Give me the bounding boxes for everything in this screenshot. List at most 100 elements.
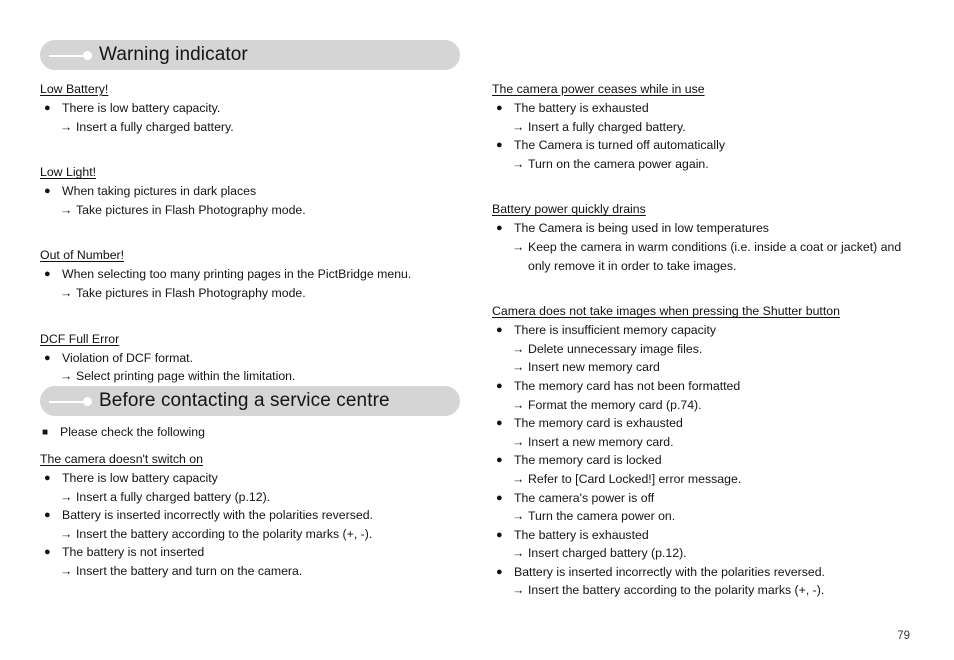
list-item: ● The memory card is locked xyxy=(492,451,922,470)
left-column-warnings: Low Battery! ● There is low battery capa… xyxy=(40,80,470,386)
bullet-icon: ● xyxy=(44,185,51,198)
arrow-right-icon: → xyxy=(512,583,525,598)
subsection-heading: Camera does not take images when pressin… xyxy=(492,304,840,319)
list-item-action: → Insert a fully charged battery. xyxy=(40,118,470,137)
list-item-action: → Insert a fully charged battery. xyxy=(492,118,922,137)
arrow-right-icon: → xyxy=(512,471,525,486)
list-item-text: Refer to [Card Locked!] error message. xyxy=(528,471,742,486)
bullet-icon: ● xyxy=(496,379,503,392)
arrow-right-icon: → xyxy=(512,360,525,375)
list-item-text: When taking pictures in dark places xyxy=(62,184,257,199)
subsection-heading: The camera power ceases while in use xyxy=(492,82,705,96)
list-item: ● The Camera is being used in low temper… xyxy=(492,219,922,238)
bullet-icon: ● xyxy=(44,509,51,522)
list-item: ● The battery is exhausted xyxy=(492,526,922,545)
subsection-heading: Low Battery! xyxy=(40,82,109,96)
list-item-action: → Insert charged battery (p.12). xyxy=(492,544,922,563)
list-item-action: → Refer to [Card Locked!] error message. xyxy=(492,470,922,489)
list-item: ● When taking pictures in dark places xyxy=(40,182,470,201)
list-item-text: Turn on the camera power again. xyxy=(528,156,709,171)
list-item: ● When selecting too many printing pages… xyxy=(40,265,470,284)
arrow-right-icon: → xyxy=(60,202,73,217)
bullet-icon: ● xyxy=(496,491,503,504)
section-title: Warning indicator xyxy=(99,44,248,65)
bullet-icon: ● xyxy=(496,528,503,541)
bullet-icon: ● xyxy=(496,102,503,114)
list-item-action: → Take pictures in Flash Photography mod… xyxy=(40,201,470,220)
list-item-action: → Insert the battery according to the po… xyxy=(492,581,922,600)
square-bullet-icon: ■ xyxy=(42,427,49,438)
bullet-icon: ● xyxy=(496,139,503,152)
section-banner-warning-indicator: Warning indicator xyxy=(40,40,460,70)
list-item-text: Insert a new memory card. xyxy=(528,434,674,449)
list-item-action: → Insert the battery and turn on the cam… xyxy=(40,562,470,581)
check-note-text: Please check the following xyxy=(60,425,205,439)
list-item: ● There is low battery capacity xyxy=(40,469,470,488)
arrow-right-icon: → xyxy=(60,369,73,384)
list-item-text: There is insufficient memory capacity xyxy=(514,323,717,338)
list-item-text: Turn the camera power on. xyxy=(528,509,676,524)
list-item-text: Insert a fully charged battery (p.12). xyxy=(76,489,271,504)
line-dot-bullet-icon xyxy=(49,48,95,63)
list-item: ● The memory card is exhausted xyxy=(492,414,922,433)
bullet-icon: ● xyxy=(496,565,503,578)
list-item: ● The camera's power is off xyxy=(492,489,922,508)
section-battery-power-drains: Battery power quickly drains ● The Camer… xyxy=(492,200,922,275)
list-item-action: → Insert new memory card xyxy=(492,358,922,377)
section-low-light: Low Light! ● When taking pictures in dar… xyxy=(40,163,470,219)
list-item: ● The Camera is turned off automatically xyxy=(492,136,922,155)
list-item-text: There is low battery capacity. xyxy=(62,101,221,115)
section-dcf-full-error: DCF Full Error ● Violation of DCF format… xyxy=(40,330,470,386)
list-item: ● Battery is inserted incorrectly with t… xyxy=(492,563,922,582)
list-item-text: There is low battery capacity xyxy=(62,471,218,485)
list-item-text: Violation of DCF format. xyxy=(62,350,193,365)
subsection-heading: The camera doesn't switch on xyxy=(40,452,203,466)
bullet-icon: ● xyxy=(44,351,51,364)
list-item-text: Insert charged battery (p.12). xyxy=(528,546,687,561)
arrow-right-icon: → xyxy=(512,509,525,524)
arrow-right-icon: → xyxy=(512,119,525,134)
list-item: ● Battery is inserted incorrectly with t… xyxy=(40,506,470,525)
arrow-right-icon: → xyxy=(60,119,73,134)
list-item-text: Insert the battery according to the pola… xyxy=(76,526,373,541)
left-column-service-centre: ■ Please check the following The camera … xyxy=(40,423,470,581)
list-item-text: Keep the camera in warm conditions (i.e.… xyxy=(528,239,902,254)
list-item-text: The battery is not inserted xyxy=(62,545,205,560)
list-item-text: The memory card is locked xyxy=(514,453,662,468)
arrow-right-icon: → xyxy=(512,239,525,254)
list-item: ● There is insufficient memory capacity xyxy=(492,321,922,340)
list-item-text: Battery is inserted incorrectly with the… xyxy=(62,508,373,523)
section-out-of-number: Out of Number! ● When selecting too many… xyxy=(40,246,470,302)
list-item-text: Insert the battery and turn on the camer… xyxy=(76,563,303,578)
bullet-icon: ● xyxy=(496,222,503,235)
list-item-text: The Camera is turned off automatically xyxy=(514,138,725,153)
bullet-icon: ● xyxy=(496,454,503,467)
bullet-icon: ● xyxy=(496,417,503,430)
subsection-heading: Out of Number! xyxy=(40,248,125,263)
list-item-text: Insert a fully charged battery. xyxy=(528,119,686,134)
bullet-icon: ● xyxy=(496,324,503,337)
right-column: The camera power ceases while in use ● T… xyxy=(492,80,922,600)
section-low-battery: Low Battery! ● There is low battery capa… xyxy=(40,80,470,136)
arrow-right-icon: → xyxy=(512,397,525,412)
line-dot-bullet-icon xyxy=(49,394,95,409)
bullet-icon: ● xyxy=(44,472,51,484)
list-item-action: → Insert the battery according to the po… xyxy=(40,525,470,544)
subsection-heading: DCF Full Error xyxy=(40,331,120,346)
list-item-text: When selecting too many printing pages i… xyxy=(62,267,412,282)
section-title: Before contacting a service centre xyxy=(99,390,390,411)
list-item-text: Delete unnecessary image files. xyxy=(528,341,703,356)
arrow-right-icon: → xyxy=(512,546,525,561)
list-item: ● The memory card has not been formatted xyxy=(492,377,922,396)
list-item-text: Insert the battery according to the pola… xyxy=(528,583,825,598)
section-banner-before-contacting-service-centre: Before contacting a service centre xyxy=(40,386,460,416)
list-item-action: → Insert a new memory card. xyxy=(492,433,922,452)
list-item-action: → Select printing page within the limita… xyxy=(40,367,470,386)
bullet-icon: ● xyxy=(44,546,51,559)
list-item-text: Insert a fully charged battery. xyxy=(76,119,234,134)
bullet-icon: ● xyxy=(44,102,51,114)
list-item: ● There is low battery capacity. xyxy=(40,99,470,118)
section-shutter-button: Camera does not take images when pressin… xyxy=(492,302,922,600)
list-item-text: Insert new memory card xyxy=(528,360,660,375)
list-item: ● Violation of DCF format. xyxy=(40,349,470,368)
